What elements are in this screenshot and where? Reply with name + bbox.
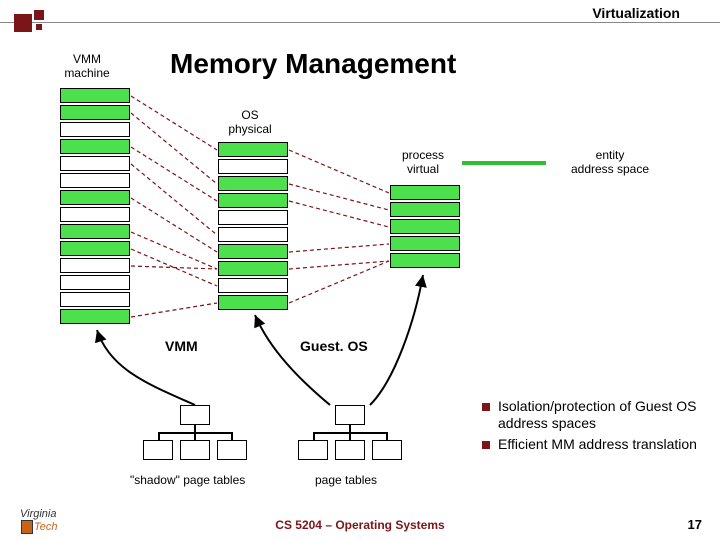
bullet-item: Efficient MM address translation xyxy=(482,436,712,453)
header-section: Virtualization xyxy=(592,5,680,21)
column-vmm-machine xyxy=(60,88,130,326)
footer-page: 17 xyxy=(688,517,702,532)
header-rule xyxy=(0,22,720,23)
memory-cell xyxy=(218,261,288,276)
memory-cell xyxy=(390,236,460,251)
memory-cell xyxy=(218,244,288,259)
column-process-virtual xyxy=(390,185,460,270)
label-page-tables: page tables xyxy=(315,473,377,487)
memory-cell xyxy=(60,258,130,273)
memory-cell xyxy=(60,105,130,120)
memory-cell xyxy=(60,88,130,103)
memory-cell xyxy=(60,173,130,188)
label-shadow-page-tables: "shadow" page tables xyxy=(130,473,245,487)
memory-cell xyxy=(60,156,130,171)
page-title: Memory Management xyxy=(170,48,456,80)
memory-cell xyxy=(390,202,460,217)
label-guest-os: Guest. OS xyxy=(300,338,368,354)
memory-cell xyxy=(218,210,288,225)
memory-cell xyxy=(60,139,130,154)
memory-cell xyxy=(218,193,288,208)
memory-cell xyxy=(218,227,288,242)
memory-cell xyxy=(60,207,130,222)
memory-cell xyxy=(60,241,130,256)
bullet-item: Isolation/protection of Guest OS address… xyxy=(482,398,712,432)
memory-cell xyxy=(60,275,130,290)
memory-cell xyxy=(60,190,130,205)
memory-cell xyxy=(218,278,288,293)
memory-cell xyxy=(218,159,288,174)
memory-cell xyxy=(60,224,130,239)
memory-cell xyxy=(60,292,130,307)
memory-cell xyxy=(60,309,130,324)
column-os-physical xyxy=(218,142,288,312)
memory-cell xyxy=(390,219,460,234)
bullet-list: Isolation/protection of Guest OS address… xyxy=(482,398,712,457)
label-vmm: VMM xyxy=(165,338,198,354)
caption-vmm-machine: VMM machine xyxy=(52,52,122,80)
footer-course: CS 5204 – Operating Systems xyxy=(0,518,720,532)
memory-cell xyxy=(390,253,460,268)
caption-entity-as: entity address space xyxy=(550,148,670,176)
header-logo-squares xyxy=(14,4,50,40)
memory-cell xyxy=(218,176,288,191)
memory-cell xyxy=(218,142,288,157)
memory-cell xyxy=(390,185,460,200)
caption-process-virtual: process virtual xyxy=(388,148,458,176)
memory-cell xyxy=(218,295,288,310)
caption-os-physical: OS physical xyxy=(215,108,285,136)
memory-cell xyxy=(60,122,130,137)
